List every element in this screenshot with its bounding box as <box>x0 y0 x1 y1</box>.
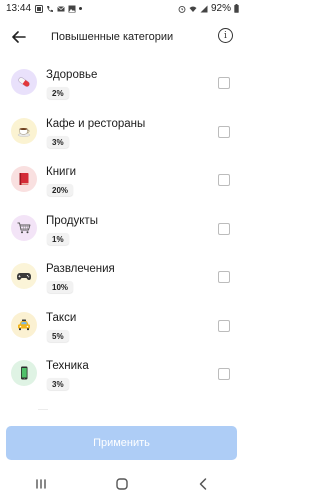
category-label: Здоровье <box>46 69 98 81</box>
pill-icon <box>18 77 30 87</box>
category-label: Книги <box>46 166 77 178</box>
battery-percent: 92% <box>210 3 231 14</box>
smartphone-icon <box>21 366 28 380</box>
category-label: Такси <box>46 311 77 324</box>
recent-apps-icon <box>35 478 46 489</box>
recent-apps-button[interactable] <box>29 474 53 494</box>
status-time: 13:44 <box>6 3 32 14</box>
category-row-groceries[interactable]: Продукты 1% <box>0 203 243 252</box>
back-button[interactable] <box>8 26 30 48</box>
system-nav-bar <box>0 468 243 499</box>
battery-icon <box>234 4 239 13</box>
mail-icon <box>57 5 65 11</box>
category-label: Техника <box>46 360 89 372</box>
category-label: Продукты <box>46 214 98 227</box>
system-back-button[interactable] <box>191 474 215 494</box>
book-icon <box>19 173 29 185</box>
signal-icon <box>200 5 208 12</box>
cashback-percent-badge: 3% <box>47 135 69 148</box>
gallery-icon <box>35 4 44 13</box>
coffee-icon <box>17 127 31 137</box>
info-icon: i <box>224 30 227 41</box>
status-right-icons: 92% <box>178 3 239 14</box>
category-icon-bg <box>11 263 37 289</box>
category-icon-bg <box>11 311 37 338</box>
header: Повышенные категории i <box>0 17 243 57</box>
status-bar: 13:44 92% <box>0 0 243 17</box>
category-checkbox[interactable] <box>218 368 230 380</box>
category-icon-bg <box>11 117 37 144</box>
gamepad-icon <box>17 273 31 280</box>
cashback-percent-badge: 10% <box>47 281 74 293</box>
cashback-percent-badge: 5% <box>47 329 69 342</box>
image-icon <box>68 5 76 12</box>
back-nav-icon <box>199 477 206 490</box>
cashback-percent-badge: 2% <box>47 87 69 99</box>
arrow-left-icon <box>12 31 26 43</box>
category-list: Здоровье 2% Кафе и рестораны 3% Книги 20… <box>0 57 243 397</box>
category-checkbox[interactable] <box>218 222 230 235</box>
category-row-cafes[interactable]: Кафе и рестораны 3% <box>0 106 243 155</box>
category-row-health[interactable]: Здоровье 2% <box>0 57 243 106</box>
category-icon-bg <box>11 214 37 241</box>
category-checkbox[interactable] <box>218 125 230 138</box>
category-icon-bg <box>11 360 37 386</box>
category-row-taxi[interactable]: Такси 5% <box>0 300 243 349</box>
cashback-percent-badge: 1% <box>47 232 69 245</box>
phone-icon <box>47 5 54 12</box>
cashback-percent-badge: 3% <box>47 378 69 390</box>
status-left-icons <box>35 4 83 13</box>
category-row-entertainment[interactable]: Развлечения 10% <box>0 251 243 300</box>
wifi-icon <box>189 6 197 12</box>
apply-button[interactable]: Применить <box>6 426 237 460</box>
alarm-icon <box>178 5 186 13</box>
cashback-percent-badge: 20% <box>47 184 74 196</box>
category-label: Кафе и рестораны <box>46 117 146 130</box>
category-label: Развлечения <box>46 263 115 275</box>
category-icon-bg <box>11 69 37 95</box>
category-icon-bg <box>11 166 37 192</box>
category-checkbox[interactable] <box>218 319 230 332</box>
category-checkbox[interactable] <box>218 174 230 186</box>
info-button[interactable]: i <box>218 28 233 43</box>
category-checkbox[interactable] <box>218 271 230 283</box>
category-row-books[interactable]: Книги 20% <box>0 154 243 203</box>
home-button[interactable] <box>110 474 134 494</box>
cart-icon <box>17 222 31 233</box>
list-fade <box>0 400 243 422</box>
page-title: Повышенные категории <box>51 31 174 43</box>
category-row-electronics[interactable]: Техника 3% <box>0 348 243 397</box>
taxi-icon <box>18 319 30 330</box>
category-checkbox[interactable] <box>218 77 230 89</box>
home-icon <box>115 477 128 490</box>
notification-dot <box>79 7 83 10</box>
